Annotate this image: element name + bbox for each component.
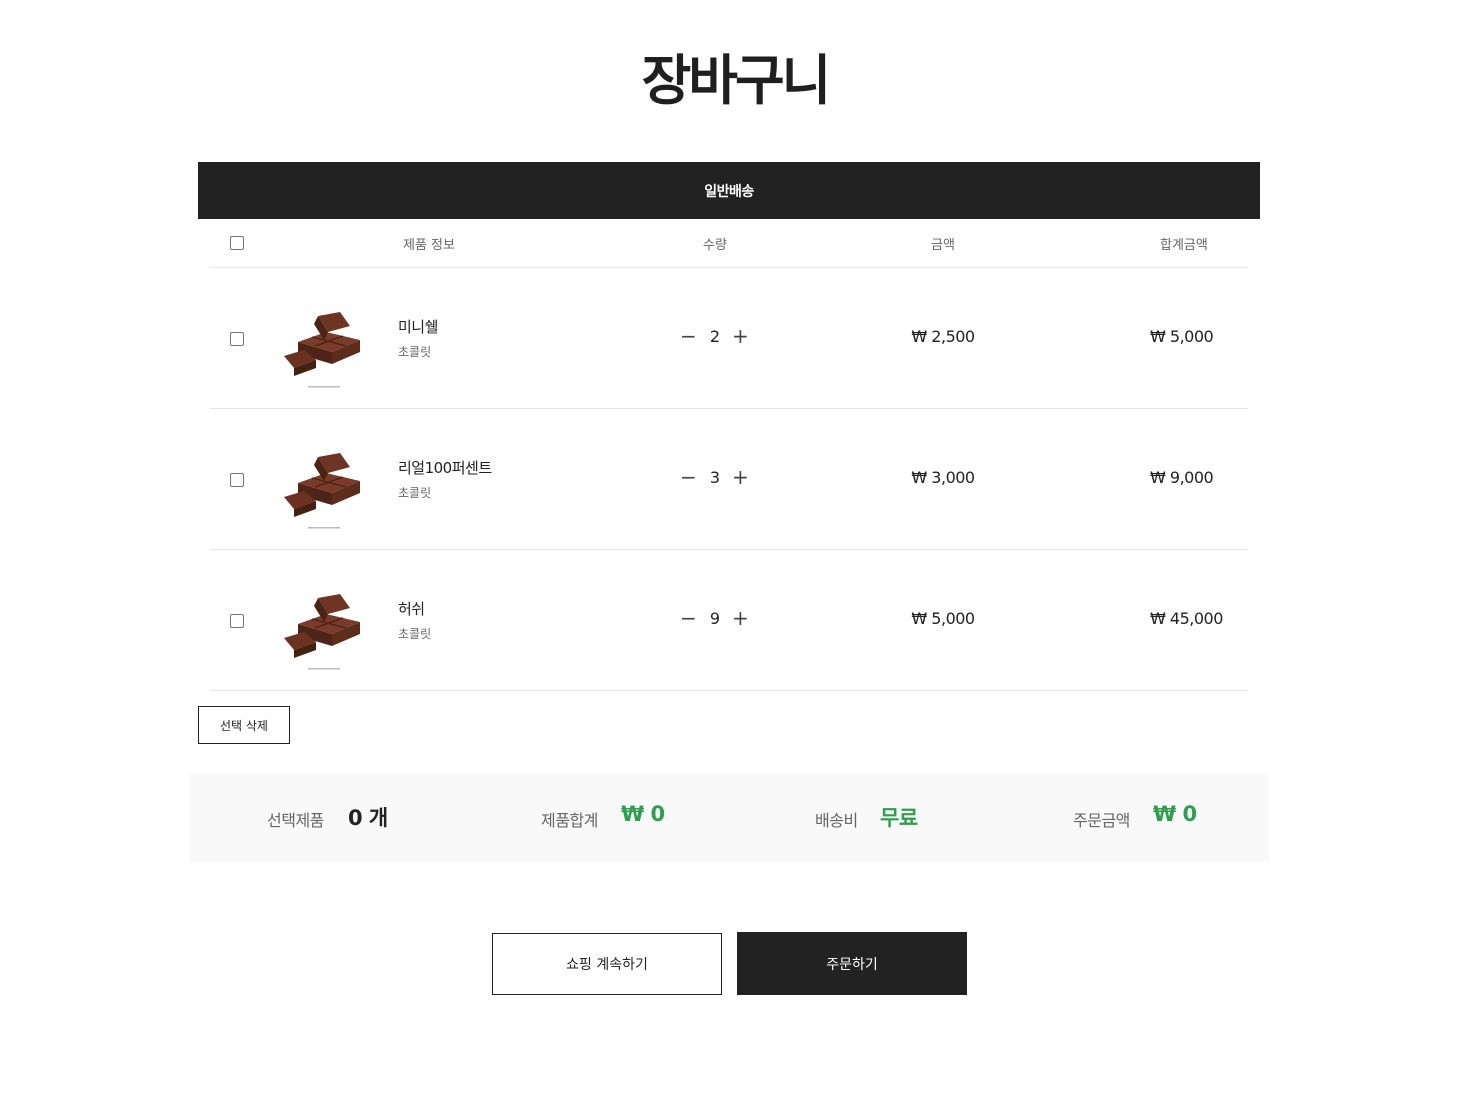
product-category: 초콜릿 [398, 627, 432, 641]
shipping-fee-value: 무료 [880, 806, 918, 830]
cart-row: 미니쉘 초콜릿 − 2 + ₩ 2,500 ₩ 5,000 [210, 268, 1248, 409]
subtotal-value: ₩ 0 [621, 802, 665, 826]
page-title: 장바구니 [641, 49, 832, 112]
order-amount-value: ₩ 0 [1153, 802, 1197, 826]
chocolate-image-icon [284, 594, 360, 670]
subtotal-label: 제품합계 [541, 811, 598, 830]
row-checkbox[interactable] [230, 614, 244, 628]
cart-row: 허쉬 초콜릿 − 9 + ₩ 5,000 ₩ 45,000 [210, 550, 1248, 691]
shipping-fee-label: 배송비 [815, 811, 858, 830]
chocolate-image-icon [284, 453, 360, 529]
unit-price: ₩ 3,000 [911, 468, 975, 487]
order-button[interactable]: 주문하기 [737, 932, 967, 995]
product-category: 초콜릿 [398, 486, 432, 500]
row-checkbox[interactable] [230, 332, 244, 346]
plus-icon[interactable]: + [732, 467, 749, 487]
row-total: ₩ 45,000 [1150, 609, 1223, 628]
cart-row: 리얼100퍼센트 초콜릿 − 3 + ₩ 3,000 ₩ 9,000 [210, 409, 1248, 550]
minus-icon[interactable]: − [680, 608, 697, 628]
plus-icon[interactable]: + [732, 608, 749, 628]
quantity-value: 9 [709, 609, 721, 628]
product-name: 허쉬 [398, 600, 425, 618]
minus-icon[interactable]: − [680, 467, 697, 487]
minus-icon[interactable]: − [680, 326, 697, 346]
chocolate-image-icon [284, 312, 360, 388]
selected-count-label: 선택제품 [267, 811, 324, 830]
row-checkbox[interactable] [230, 473, 244, 487]
row-total: ₩ 5,000 [1150, 327, 1214, 346]
select-all-checkbox[interactable] [230, 236, 244, 250]
product-category: 초콜릿 [398, 345, 432, 359]
order-amount-label: 주문금액 [1073, 811, 1130, 830]
row-total: ₩ 9,000 [1150, 468, 1214, 487]
product-name: 미니쉘 [398, 318, 438, 336]
unit-price: ₩ 2,500 [911, 327, 975, 346]
quantity-value: 3 [709, 468, 721, 487]
delete-selected-button[interactable]: 선택 삭제 [198, 706, 290, 744]
header-product-info: 제품 정보 [403, 238, 455, 253]
selected-count-value: 0 개 [348, 806, 388, 830]
table-header: 제품 정보 수량 금액 합계금액 [210, 219, 1248, 268]
continue-shopping-button[interactable]: 쇼핑 계속하기 [492, 933, 722, 995]
shipping-type-label: 일반배송 [704, 183, 754, 200]
order-summary: 선택제품 0 개 제품합계 ₩ 0 배송비 무료 주문금액 ₩ 0 [189, 774, 1269, 862]
header-price: 금액 [931, 238, 955, 253]
unit-price: ₩ 5,000 [911, 609, 975, 628]
product-name: 리얼100퍼센트 [398, 459, 492, 477]
quantity-value: 2 [709, 327, 721, 346]
shipping-type-bar: 일반배송 [198, 162, 1260, 219]
header-quantity: 수량 [703, 238, 727, 253]
plus-icon[interactable]: + [732, 326, 749, 346]
header-total: 합계금액 [1160, 238, 1208, 253]
